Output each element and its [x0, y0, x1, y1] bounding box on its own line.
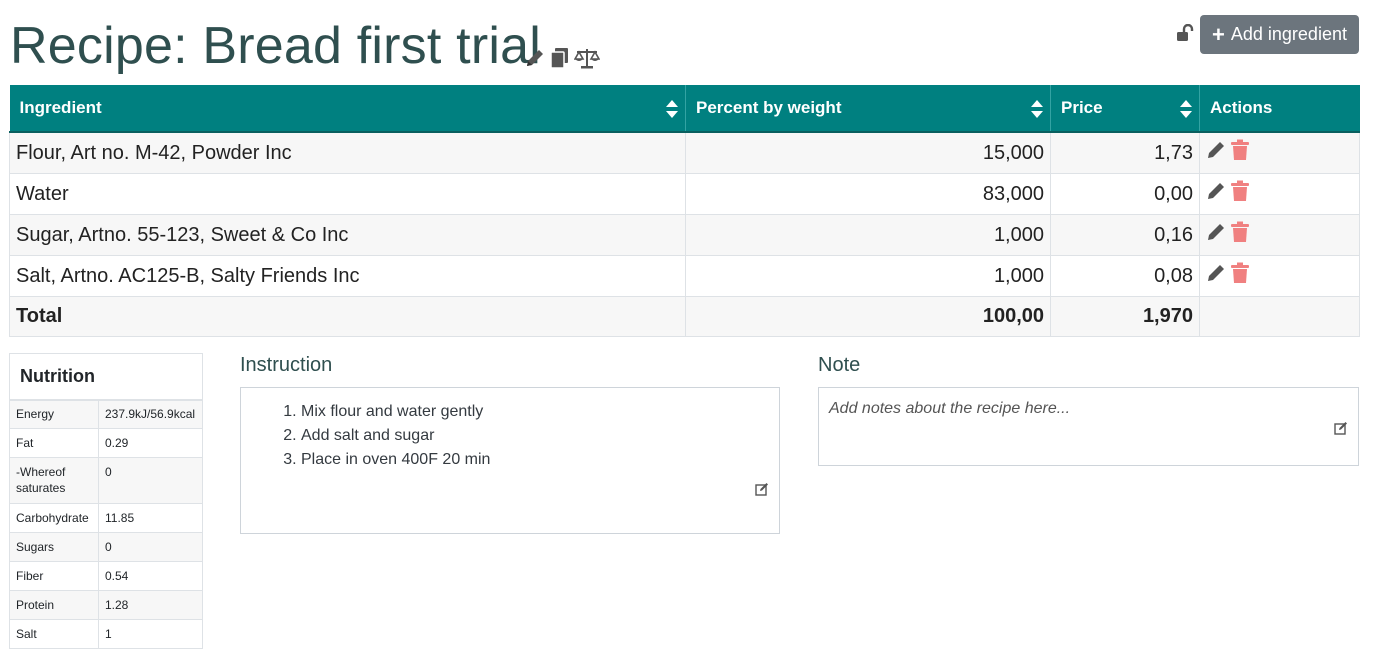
- nutrition-value: 11.85: [97, 503, 204, 533]
- nutrition-row: Salt 1: [9, 619, 204, 649]
- page-title: Recipe: Bread first trial: [10, 17, 541, 75]
- pencil-icon[interactable]: [1206, 222, 1226, 248]
- total-actions-empty: [1199, 296, 1360, 337]
- add-ingredient-button[interactable]: + Add ingredient: [1200, 15, 1359, 54]
- pencil-icon[interactable]: [1206, 263, 1226, 289]
- nutrition-row: -Whereof saturates 0: [9, 457, 204, 504]
- sort-icon[interactable]: [665, 99, 679, 124]
- instruction-title: Instruction: [240, 354, 333, 376]
- instruction-box[interactable]: Mix flour and water gently Add salt and …: [240, 387, 780, 534]
- nutrition-row: Carbohydrate 11.85: [9, 503, 204, 533]
- column-header-label: Ingredient: [19, 98, 102, 117]
- trash-icon[interactable]: [1230, 262, 1250, 290]
- percent-cell: 15,000: [685, 131, 1051, 174]
- column-header-price[interactable]: Price: [1050, 85, 1200, 133]
- nutrition-value: 0.54: [97, 561, 204, 591]
- sort-icon[interactable]: [1030, 99, 1044, 124]
- table-row: Sugar, Artno. 55-123, Sweet & Co Inc 1,0…: [9, 214, 1360, 256]
- nutrition-value: 0.29: [97, 428, 204, 458]
- table-header-row: Ingredient Percent by weight Price Actio…: [9, 85, 1360, 133]
- column-header-label: Actions: [1210, 98, 1273, 117]
- table-row: Flour, Art no. M-42, Powder Inc 15,000 1…: [9, 131, 1360, 174]
- total-label: Total: [9, 296, 686, 337]
- nutrition-value: 1: [97, 619, 204, 649]
- nutrition-label: Fat: [9, 428, 99, 458]
- column-header-label: Price: [1061, 98, 1103, 117]
- add-ingredient-label: Add ingredient: [1230, 24, 1347, 44]
- nutrition-title: Nutrition: [8, 353, 204, 401]
- column-header-actions: Actions: [1199, 85, 1360, 133]
- ingredient-cell: Flour, Art no. M-42, Powder Inc: [9, 131, 686, 174]
- nutrition-table: Nutrition Energy 237.9kJ/56.9kcal Fat 0.…: [8, 353, 204, 649]
- percent-cell: 83,000: [685, 173, 1051, 215]
- trash-icon[interactable]: [1230, 139, 1250, 167]
- pencil-icon[interactable]: [1206, 140, 1226, 166]
- note-box[interactable]: Add notes about the recipe here...: [818, 387, 1359, 466]
- price-cell: 0,16: [1050, 214, 1200, 256]
- nutrition-label: Protein: [9, 590, 99, 620]
- column-header-ingredient[interactable]: Ingredient: [9, 85, 686, 133]
- nutrition-value: 237.9kJ/56.9kcal: [97, 399, 204, 429]
- trash-icon[interactable]: [1230, 180, 1250, 208]
- nutrition-label: -Whereof saturates: [9, 457, 99, 504]
- actions-cell: [1199, 214, 1360, 256]
- price-cell: 0,08: [1050, 255, 1200, 297]
- sort-icon[interactable]: [1179, 99, 1193, 124]
- nutrition-value: 0: [97, 532, 204, 562]
- table-row: Water 83,000 0,00: [9, 173, 1360, 215]
- nutrition-row: Sugars 0: [9, 532, 204, 562]
- note-placeholder: Add notes about the recipe here...: [829, 400, 1071, 417]
- nutrition-label: Salt: [9, 619, 99, 649]
- actions-cell: [1199, 255, 1360, 297]
- copy-icon[interactable]: [550, 47, 570, 69]
- column-header-percent[interactable]: Percent by weight: [685, 85, 1051, 133]
- nutrition-label: Sugars: [9, 532, 99, 562]
- total-percent: 100,00: [685, 296, 1051, 337]
- nutrition-label: Carbohydrate: [9, 503, 99, 533]
- nutrition-value: 0: [97, 457, 204, 504]
- instruction-step: Add salt and sugar: [301, 424, 779, 448]
- nutrition-value: 1.28: [97, 590, 204, 620]
- table-row: Salt, Artno. AC125-B, Salty Friends Inc …: [9, 255, 1360, 297]
- nutrition-row: Fiber 0.54: [9, 561, 204, 591]
- ingredients-table: Ingredient Percent by weight Price Actio…: [9, 85, 1360, 337]
- instruction-step: Mix flour and water gently: [301, 400, 779, 424]
- scale-icon[interactable]: [574, 47, 600, 69]
- instruction-step: Place in oven 400F 20 min: [301, 448, 779, 472]
- nutrition-row: Protein 1.28: [9, 590, 204, 620]
- ingredient-cell: Salt, Artno. AC125-B, Salty Friends Inc: [9, 255, 686, 297]
- price-cell: 0,00: [1050, 173, 1200, 215]
- title-actions: [524, 44, 600, 72]
- pencil-icon[interactable]: [1206, 181, 1226, 207]
- column-header-label: Percent by weight: [696, 98, 842, 117]
- nutrition-row: Energy 237.9kJ/56.9kcal: [9, 399, 204, 429]
- ingredient-cell: Sugar, Artno. 55-123, Sweet & Co Inc: [9, 214, 686, 256]
- trash-icon[interactable]: [1230, 221, 1250, 249]
- percent-cell: 1,000: [685, 255, 1051, 297]
- table-total-row: Total 100,00 1,970: [9, 296, 1360, 337]
- percent-cell: 1,000: [685, 214, 1051, 256]
- nutrition-row: Fat 0.29: [9, 428, 204, 458]
- edit-square-icon[interactable]: [755, 482, 769, 501]
- actions-cell: [1199, 173, 1360, 215]
- total-price: 1,970: [1050, 296, 1200, 337]
- nutrition-label: Fiber: [9, 561, 99, 591]
- ingredient-cell: Water: [9, 173, 686, 215]
- unlock-icon[interactable]: [1176, 23, 1194, 47]
- price-cell: 1,73: [1050, 131, 1200, 174]
- nutrition-label: Energy: [9, 399, 99, 429]
- instruction-list: Mix flour and water gently Add salt and …: [241, 400, 779, 472]
- edit-square-icon[interactable]: [1334, 421, 1348, 440]
- pencil-icon[interactable]: [524, 47, 546, 69]
- note-title: Note: [818, 354, 861, 376]
- actions-cell: [1199, 131, 1360, 174]
- plus-icon: +: [1212, 21, 1225, 47]
